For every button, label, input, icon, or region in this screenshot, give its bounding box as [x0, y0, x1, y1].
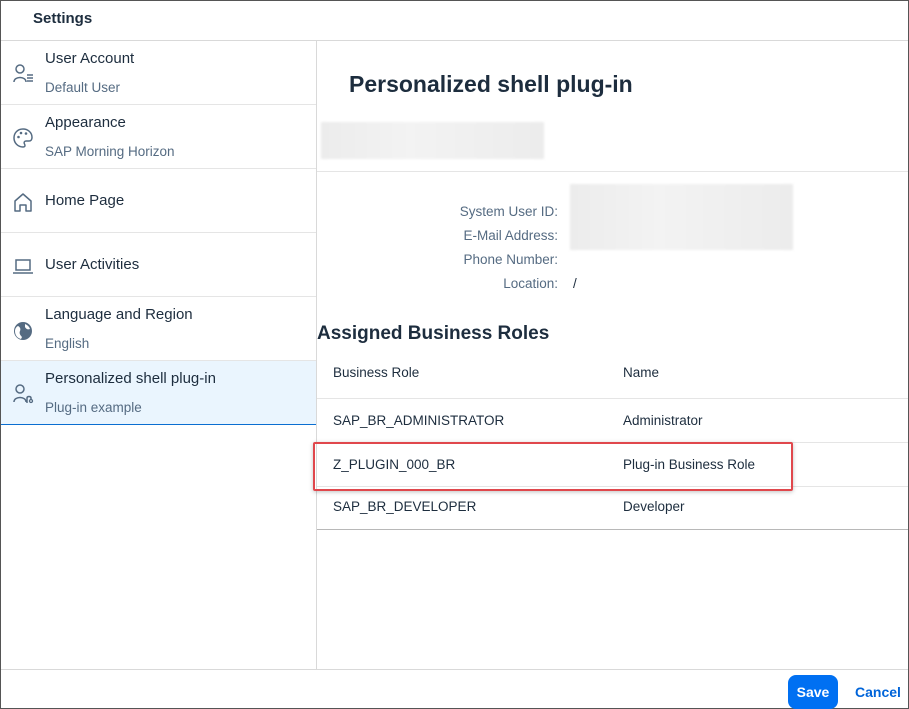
table-bottom-border	[317, 529, 908, 530]
page-title: Personalized shell plug-in	[349, 71, 633, 97]
cell-name: Administrator	[623, 413, 703, 428]
redacted-user-name	[321, 122, 544, 159]
laptop-icon	[13, 259, 33, 274]
divider	[317, 171, 908, 172]
sidebar-item-appearance[interactable]: Appearance SAP Morning Horizon	[1, 105, 316, 169]
home-icon	[14, 193, 32, 212]
sidebar-item-title: User Account	[45, 50, 135, 67]
user-settings-icon	[13, 64, 33, 83]
cell-business-role: SAP_BR_ADMINISTRATOR	[333, 413, 505, 428]
sidebar-item-subtitle: Default User	[45, 80, 121, 95]
sidebar-item-title: Personalized shell plug-in	[45, 370, 216, 387]
table-row[interactable]: SAP_BR_DEVELOPER Developer	[317, 486, 908, 530]
sidebar-item-subtitle: English	[45, 336, 90, 351]
assigned-roles-title: Assigned Business Roles	[317, 323, 550, 344]
sidebar-item-title: Language and Region	[45, 306, 193, 323]
cell-business-role: SAP_BR_DEVELOPER	[333, 499, 477, 514]
location-label: Location:	[503, 276, 558, 291]
cell-business-role: Z_PLUGIN_000_BR	[333, 457, 456, 472]
sidebar-item-title: Appearance	[45, 114, 126, 131]
save-button[interactable]: Save	[788, 675, 838, 709]
sidebar-item-title: Home Page	[45, 192, 125, 209]
settings-dialog: Settings User Account Default User Appea…	[0, 0, 909, 709]
column-header-business-role: Business Role	[333, 365, 420, 380]
sidebar-item-title: User Activities	[45, 256, 140, 273]
redacted-user-details	[570, 184, 793, 250]
user-plugin-icon	[13, 384, 34, 404]
dialog-header: Settings	[1, 1, 908, 41]
settings-sidebar: User Account Default User Appearance SAP…	[1, 41, 317, 669]
sidebar-item-user-activities[interactable]: User Activities	[1, 233, 316, 297]
phone-number-label: Phone Number:	[463, 252, 558, 267]
sidebar-item-home-page[interactable]: Home Page	[1, 169, 316, 233]
dialog-footer: Save Cancel	[1, 669, 908, 709]
dialog-title: Settings	[33, 10, 93, 27]
settings-content: Personalized shell plug-in System User I…	[317, 41, 908, 669]
system-user-id-label: System User ID:	[459, 204, 558, 219]
location-value: /	[573, 276, 577, 291]
sidebar-item-subtitle: Plug-in example	[45, 400, 142, 415]
globe-icon	[14, 322, 32, 340]
sidebar-item-personalized-shell-plugin[interactable]: Personalized shell plug-in Plug-in examp…	[1, 361, 316, 425]
cell-name: Plug-in Business Role	[623, 457, 756, 472]
cell-name: Developer	[623, 499, 685, 514]
cancel-button[interactable]: Cancel	[851, 675, 905, 709]
sidebar-item-subtitle: SAP Morning Horizon	[45, 144, 175, 159]
table-row[interactable]: Z_PLUGIN_000_BR Plug-in Business Role	[317, 442, 908, 486]
column-header-name: Name	[623, 365, 660, 380]
sidebar-item-user-account[interactable]: User Account Default User	[1, 41, 316, 105]
email-address-label: E-Mail Address:	[463, 228, 558, 243]
table-row[interactable]: SAP_BR_ADMINISTRATOR Administrator	[317, 398, 908, 442]
palette-icon	[13, 128, 33, 148]
sidebar-item-language-region[interactable]: Language and Region English	[1, 297, 316, 361]
